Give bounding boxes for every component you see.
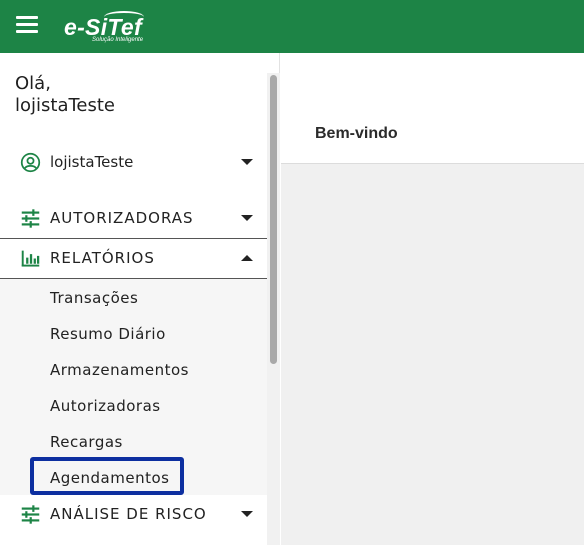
sidebar-scrollbar-thumb[interactable]: [270, 75, 277, 364]
menu-autorizadoras[interactable]: AUTORIZADORAS: [0, 198, 267, 238]
chevron-up-icon: [241, 255, 253, 261]
menu-analise-de-risco[interactable]: ANÁLISE DE RISCO: [0, 494, 267, 534]
user-menu[interactable]: lojistaTeste: [0, 142, 267, 182]
menu-autorizadoras-label: AUTORIZADORAS: [50, 209, 194, 227]
top-bar: e-SiTef Solução Inteligente: [0, 0, 584, 53]
submenu-item-resumo-diario[interactable]: Resumo Diário: [50, 325, 166, 343]
submenu-item-armazenamentos[interactable]: Armazenamentos: [50, 361, 189, 379]
chevron-down-icon: [241, 159, 253, 165]
bar-chart-icon: [21, 250, 40, 267]
user-circle-icon: [20, 152, 41, 172]
submenu-item-autorizadoras[interactable]: Autorizadoras: [50, 397, 161, 415]
hamburger-menu-icon[interactable]: [16, 16, 38, 35]
chevron-down-icon: [241, 511, 253, 517]
greeting: Olá, lojistaTeste: [15, 73, 116, 116]
sliders-icon: [21, 208, 40, 228]
submenu-item-recargas[interactable]: Recargas: [50, 433, 123, 451]
main-content: Bem-vindo: [281, 53, 584, 545]
page-title: Bem-vindo: [315, 125, 398, 142]
menu-relatorios-label: RELATÓRIOS: [50, 249, 155, 267]
submenu-item-transacoes[interactable]: Transações: [50, 289, 138, 307]
chevron-down-icon: [241, 215, 253, 221]
sidebar: Olá, lojistaTeste lojistaTeste AUTORIZAD…: [0, 53, 280, 545]
content-header: Bem-vindo: [281, 53, 584, 164]
esitef-logo: e-SiTef Solução Inteligente: [64, 10, 174, 48]
menu-relatorios[interactable]: RELATÓRIOS: [0, 238, 267, 278]
sliders-icon: [21, 504, 40, 524]
menu-analise-de-risco-label: ANÁLISE DE RISCO: [50, 505, 207, 523]
submenu-item-agendamentos[interactable]: Agendamentos: [50, 469, 169, 487]
user-menu-label: lojistaTeste: [50, 153, 134, 171]
